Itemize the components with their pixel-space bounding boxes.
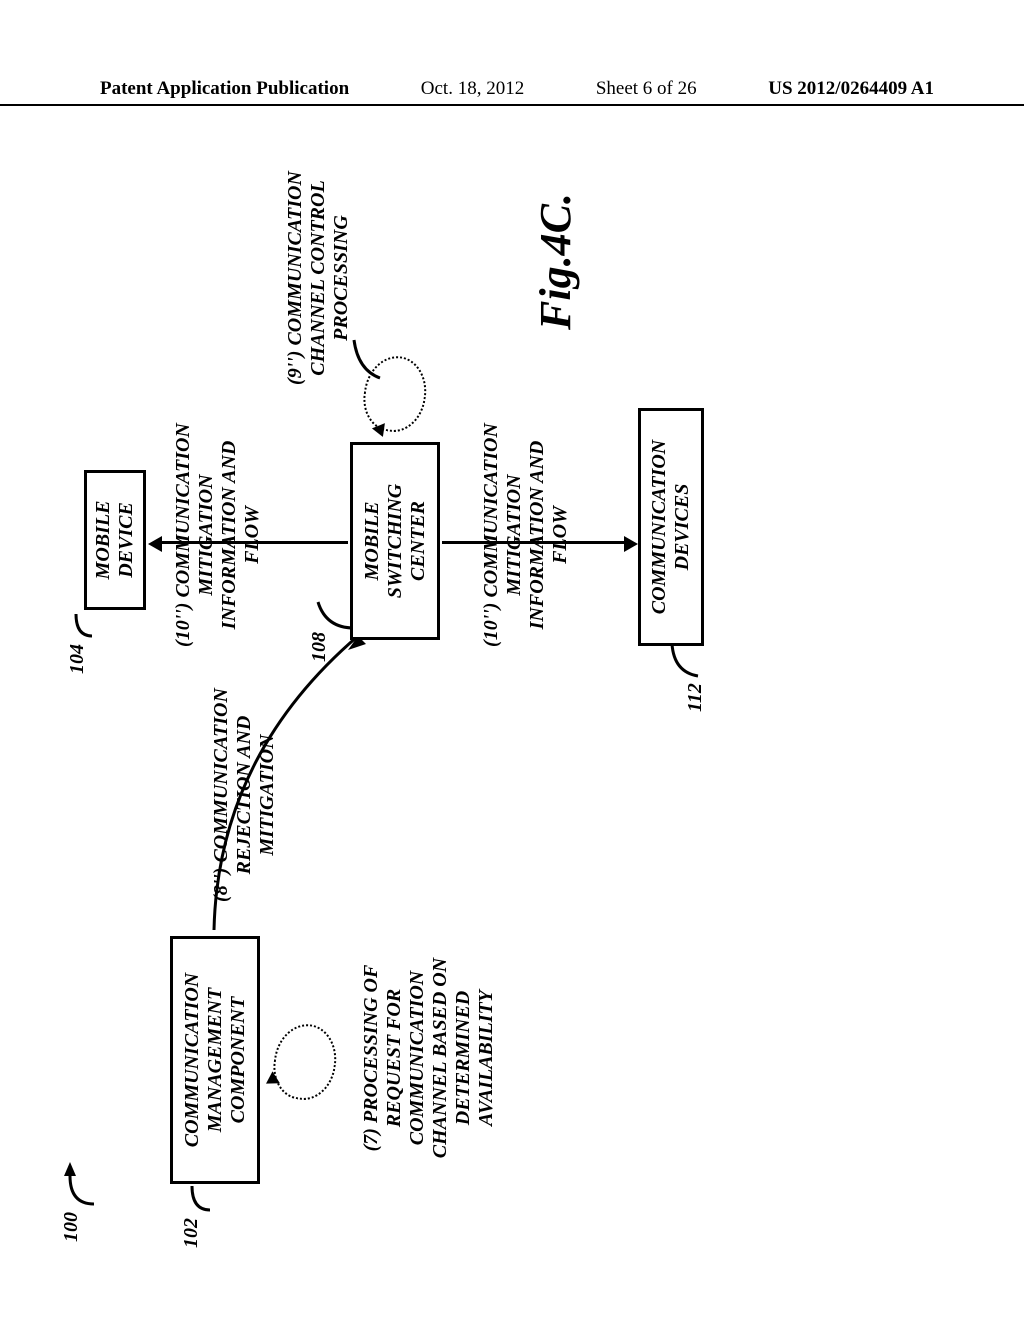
box-mobile-device: MOBILE DEVICE	[84, 470, 146, 610]
sheet-number: Sheet 6 of 26	[596, 78, 697, 100]
pub-type: Patent Application Publication	[100, 78, 349, 100]
box-msc: MOBILE SWITCHING CENTER	[350, 442, 440, 640]
arrowhead-msc-to-devices	[624, 536, 638, 552]
figure-number: Fig.4C.	[530, 193, 581, 330]
figure-4c: 100 102 COMMUNICATION MANAGEMENT COMPONE…	[60, 160, 940, 1250]
loop-cmc	[269, 1020, 341, 1104]
ref-108: 108	[308, 632, 331, 662]
box-communication-devices: COMMUNICATION DEVICES	[638, 408, 704, 646]
ref-112: 112	[684, 683, 707, 712]
arrowhead-msc-to-mobile	[148, 536, 162, 552]
leader-9	[352, 332, 386, 382]
box-communication-management: COMMUNICATION MANAGEMENT COMPONENT	[170, 936, 260, 1184]
leader-100	[64, 1146, 104, 1206]
label-step8: (8'') COMMUNICATION REJECTION AND MITIGA…	[210, 672, 279, 918]
ref-104: 104	[66, 644, 89, 674]
label-step10b: (10'') COMMUNICATION MITIGATION INFORMAT…	[480, 408, 572, 662]
figure-container: 100 102 COMMUNICATION MANAGEMENT COMPONE…	[60, 160, 960, 1260]
pub-date: Oct. 18, 2012	[421, 78, 524, 100]
label-step7: (7) PROCESSING OF REQUEST FOR COMMUNICAT…	[360, 928, 498, 1188]
pub-number: US 2012/0264409 A1	[768, 78, 934, 100]
label-step9: (9'') COMMUNICATION CHANNEL CONTROL PROC…	[284, 164, 353, 392]
label-step10a: (10'') COMMUNICATION MITIGATION INFORMAT…	[172, 408, 264, 662]
ref-100: 100	[60, 1212, 83, 1242]
ref-102: 102	[180, 1218, 203, 1248]
